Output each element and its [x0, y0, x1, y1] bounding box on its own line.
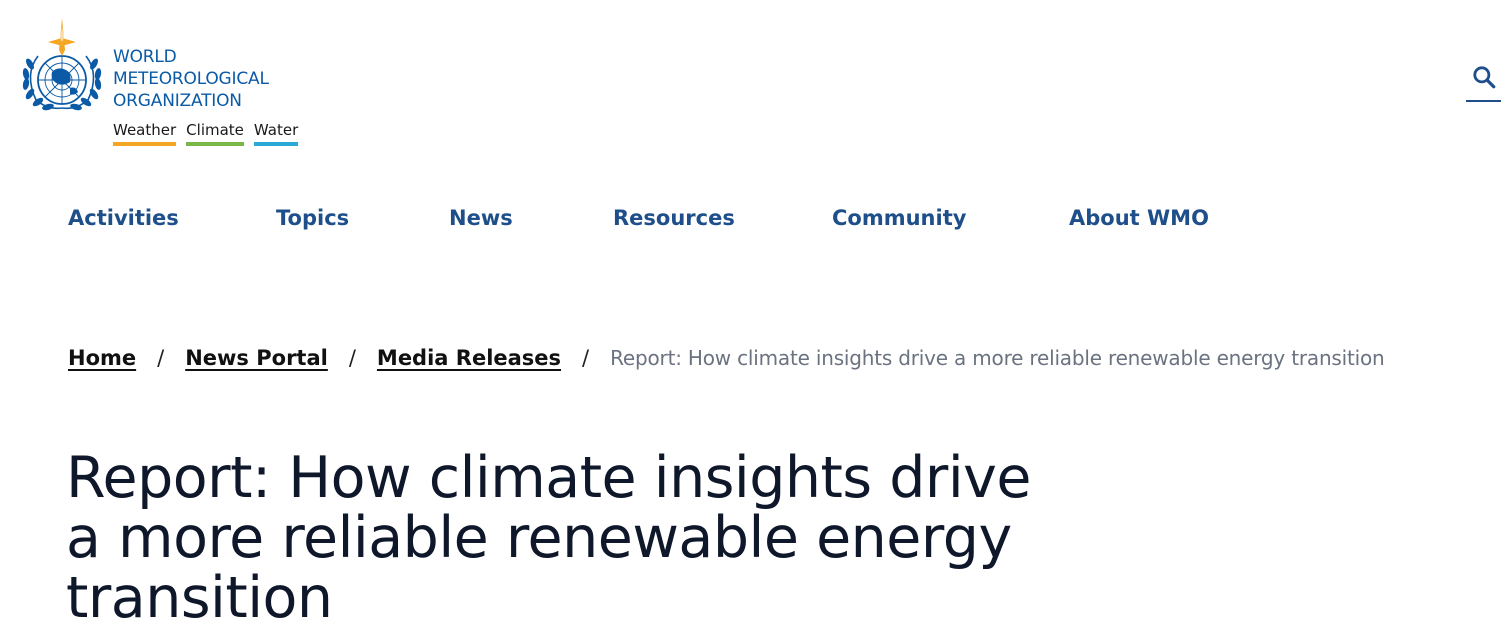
wmo-wordmark: WORLD METEOROLOGICAL ORGANIZATION	[113, 46, 269, 112]
breadcrumb-home[interactable]: Home	[68, 346, 136, 370]
main-navigation: Activities Topics News Resources Communi…	[68, 206, 1209, 230]
breadcrumb-separator: /	[582, 346, 590, 370]
breadcrumb-news-portal[interactable]: News Portal	[185, 346, 328, 370]
page: WORLD METEOROLOGICAL ORGANIZATION Weathe…	[0, 0, 1501, 643]
search-icon	[1473, 66, 1496, 89]
breadcrumb-separator: /	[348, 346, 356, 370]
search-button[interactable]	[1466, 60, 1501, 102]
logo-line-world: WORLD	[113, 47, 177, 67]
nav-item-topics[interactable]: Topics	[276, 206, 449, 230]
tagline: Weather Climate Water	[113, 121, 299, 146]
breadcrumb-current: Report: How climate insights drive a mor…	[610, 346, 1385, 370]
nav-item-activities[interactable]: Activities	[68, 206, 276, 230]
wmo-emblem-icon	[22, 18, 102, 111]
breadcrumb-separator: /	[157, 346, 165, 370]
nav-item-resources[interactable]: Resources	[613, 206, 832, 230]
tagline-water: Water	[253, 121, 299, 146]
breadcrumb: Home / News Portal / Media Releases / Re…	[68, 346, 1385, 370]
wmo-logo[interactable]: WORLD METEOROLOGICAL ORGANIZATION Weathe…	[18, 16, 299, 146]
page-title: Report: How climate insights drive a mor…	[66, 445, 1031, 631]
nav-item-about-wmo[interactable]: About WMO	[1069, 206, 1209, 230]
tagline-climate: Climate	[186, 121, 244, 146]
nav-item-community[interactable]: Community	[832, 206, 1069, 230]
logo-line-meteorological: METEOROLOGICAL	[113, 69, 269, 89]
tagline-weather: Weather	[113, 121, 177, 146]
nav-item-news[interactable]: News	[449, 206, 613, 230]
breadcrumb-media-releases[interactable]: Media Releases	[377, 346, 561, 370]
logo-line-organization: ORGANIZATION	[113, 91, 242, 111]
